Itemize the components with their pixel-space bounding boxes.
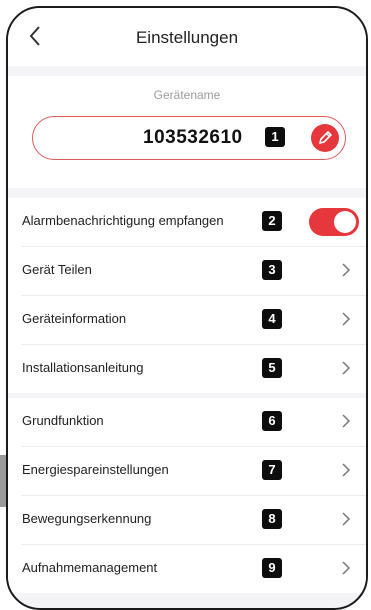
settings-section-2: Grundfunktion 6 Energiespareinstellungen… (8, 398, 366, 593)
device-name-label: Gerätename (153, 88, 221, 102)
settings-section-1: Alarmbenachrichtigung empfangen 2 Gerät … (8, 198, 366, 393)
row-basic-function[interactable]: Grundfunktion 6 (22, 398, 366, 447)
annotation-badge: 2 (262, 211, 282, 231)
chevron-right-icon (340, 310, 352, 328)
annotation-badge: 6 (262, 411, 282, 431)
row-label: Geräteinformation (22, 311, 127, 326)
annotation-badge: 3 (262, 260, 282, 280)
device-name-field[interactable]: 103532610 1 (32, 116, 346, 160)
phone-frame: Einstellungen Gerätename 103532610 1 Ala… (6, 6, 368, 610)
row-motion-detection[interactable]: Bewegungserkennung 8 (22, 496, 366, 545)
chevron-right-icon (340, 412, 352, 430)
annotation-badge: 4 (262, 309, 282, 329)
chevron-right-icon (340, 359, 352, 377)
row-label: Aufnahmemanagement (22, 560, 158, 575)
device-name-value: 103532610 (143, 127, 243, 148)
row-share-device[interactable]: Gerät Teilen 3 (22, 247, 366, 296)
header: Einstellungen (8, 8, 366, 66)
row-label: Installationsanleitung (22, 360, 144, 375)
annotation-badge: 8 (262, 509, 282, 529)
chevron-right-icon (340, 510, 352, 528)
row-label: Gerät Teilen (22, 262, 92, 277)
row-alarm-notification[interactable]: Alarmbenachrichtigung empfangen 2 (22, 198, 366, 247)
chevron-right-icon (340, 461, 352, 479)
annotation-badge: 1 (265, 127, 285, 147)
row-energy-saving[interactable]: Energiespareinstellungen 7 (22, 447, 366, 496)
annotation-badge: 5 (262, 358, 282, 378)
row-label: Energiespareinstellungen (22, 462, 169, 477)
row-label: Bewegungserkennung (22, 511, 152, 526)
annotation-badge: 7 (262, 460, 282, 480)
toggle-knob (334, 211, 356, 233)
pencil-icon (319, 131, 332, 144)
row-recording-management[interactable]: Aufnahmemanagement 9 (22, 545, 366, 593)
page-title: Einstellungen (135, 28, 239, 47)
row-installation-guide[interactable]: Installationsanleitung 5 (22, 345, 366, 393)
annotation-badge: 9 (262, 558, 282, 578)
alarm-toggle[interactable] (309, 208, 359, 236)
edit-name-button[interactable] (311, 124, 339, 152)
chevron-right-icon (340, 559, 352, 577)
row-label: Alarmbenachrichtigung empfangen (22, 213, 224, 228)
row-label: Grundfunktion (22, 413, 104, 428)
chevron-right-icon (340, 261, 352, 279)
row-device-info[interactable]: Geräteinformation 4 (22, 296, 366, 345)
device-name-card: Gerätename 103532610 1 (8, 76, 366, 188)
